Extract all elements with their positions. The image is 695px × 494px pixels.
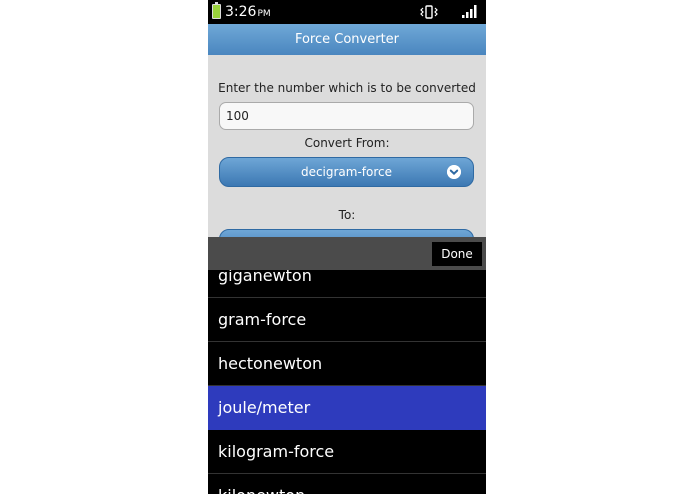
page-title: Force Converter xyxy=(294,32,400,47)
picker-item-kilonewton[interactable]: kilonewton xyxy=(208,474,486,494)
clock-time: 3:26 xyxy=(225,4,257,20)
convert-to-label: To: xyxy=(338,208,356,222)
clock-ampm: PM xyxy=(257,9,271,19)
picker-item-gram-force[interactable]: gram-force xyxy=(208,298,486,342)
battery-icon xyxy=(212,2,221,19)
converter-form: Enter the number which is to be converte… xyxy=(208,55,486,259)
clock: 3:26PM xyxy=(225,3,271,23)
picker-item-giganewton[interactable]: giganewton xyxy=(208,270,486,298)
picker-list[interactable]: giganewton gram-force hectonewton joule/… xyxy=(208,270,486,494)
convert-from-label: Convert From: xyxy=(304,136,390,150)
status-bar: 3:26PM xyxy=(208,0,486,24)
convert-from-value: decigram-force xyxy=(300,165,393,179)
number-input[interactable] xyxy=(219,102,474,130)
convert-from-select[interactable]: decigram-force xyxy=(219,157,474,187)
done-button[interactable]: Done xyxy=(432,242,482,266)
phone-screen: 3:26PM Force Converter Enter the number … xyxy=(208,0,486,494)
app-header: Force Converter xyxy=(208,24,486,55)
picker-item-kilogram-force[interactable]: kilogram-force xyxy=(208,430,486,474)
picker-item-joule-meter[interactable]: joule/meter xyxy=(208,386,486,430)
signal-icon xyxy=(462,5,477,18)
input-prompt: Enter the number which is to be converte… xyxy=(218,81,476,95)
chevron-down-icon xyxy=(447,165,461,179)
picker-item-hectonewton[interactable]: hectonewton xyxy=(208,342,486,386)
picker-toolbar: Done xyxy=(208,237,486,270)
vibrate-icon xyxy=(420,5,438,19)
